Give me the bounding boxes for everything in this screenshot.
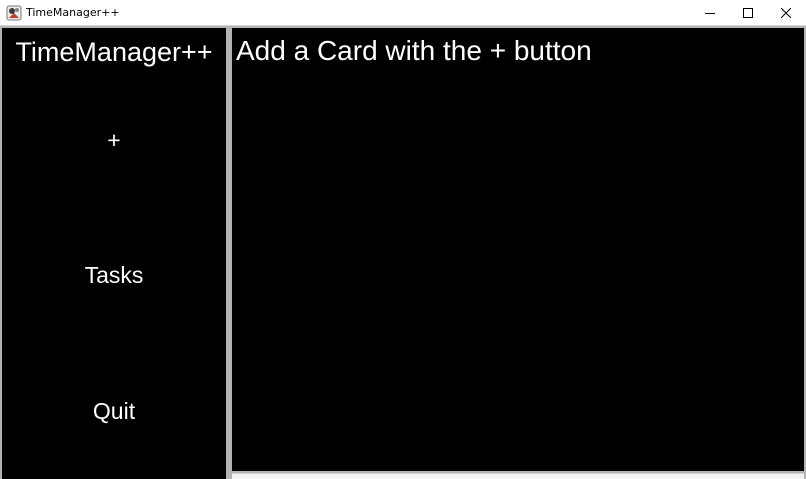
- maximize-button[interactable]: [729, 0, 767, 26]
- app-window: TimeManager++ TimeManager++ + Tasks Quit…: [0, 0, 806, 479]
- minimize-button[interactable]: [691, 0, 729, 26]
- add-card-button[interactable]: +: [2, 126, 226, 154]
- app-icon: [6, 5, 22, 21]
- window-title: TimeManager++: [26, 6, 120, 19]
- horizontal-scrollbar[interactable]: [232, 473, 804, 479]
- card-area: Add a Card with the + button: [232, 28, 804, 471]
- close-button[interactable]: [767, 0, 805, 26]
- minimize-icon: [705, 13, 715, 14]
- empty-state-message: Add a Card with the + button: [236, 35, 592, 66]
- sidebar: TimeManager++ + Tasks Quit: [2, 28, 226, 479]
- app-heading: TimeManager++: [15, 37, 213, 67]
- close-icon: [781, 8, 791, 18]
- title-bar[interactable]: TimeManager++: [0, 0, 806, 26]
- maximize-icon: [743, 8, 753, 18]
- quit-button[interactable]: Quit: [2, 397, 226, 425]
- tasks-button[interactable]: Tasks: [2, 261, 226, 289]
